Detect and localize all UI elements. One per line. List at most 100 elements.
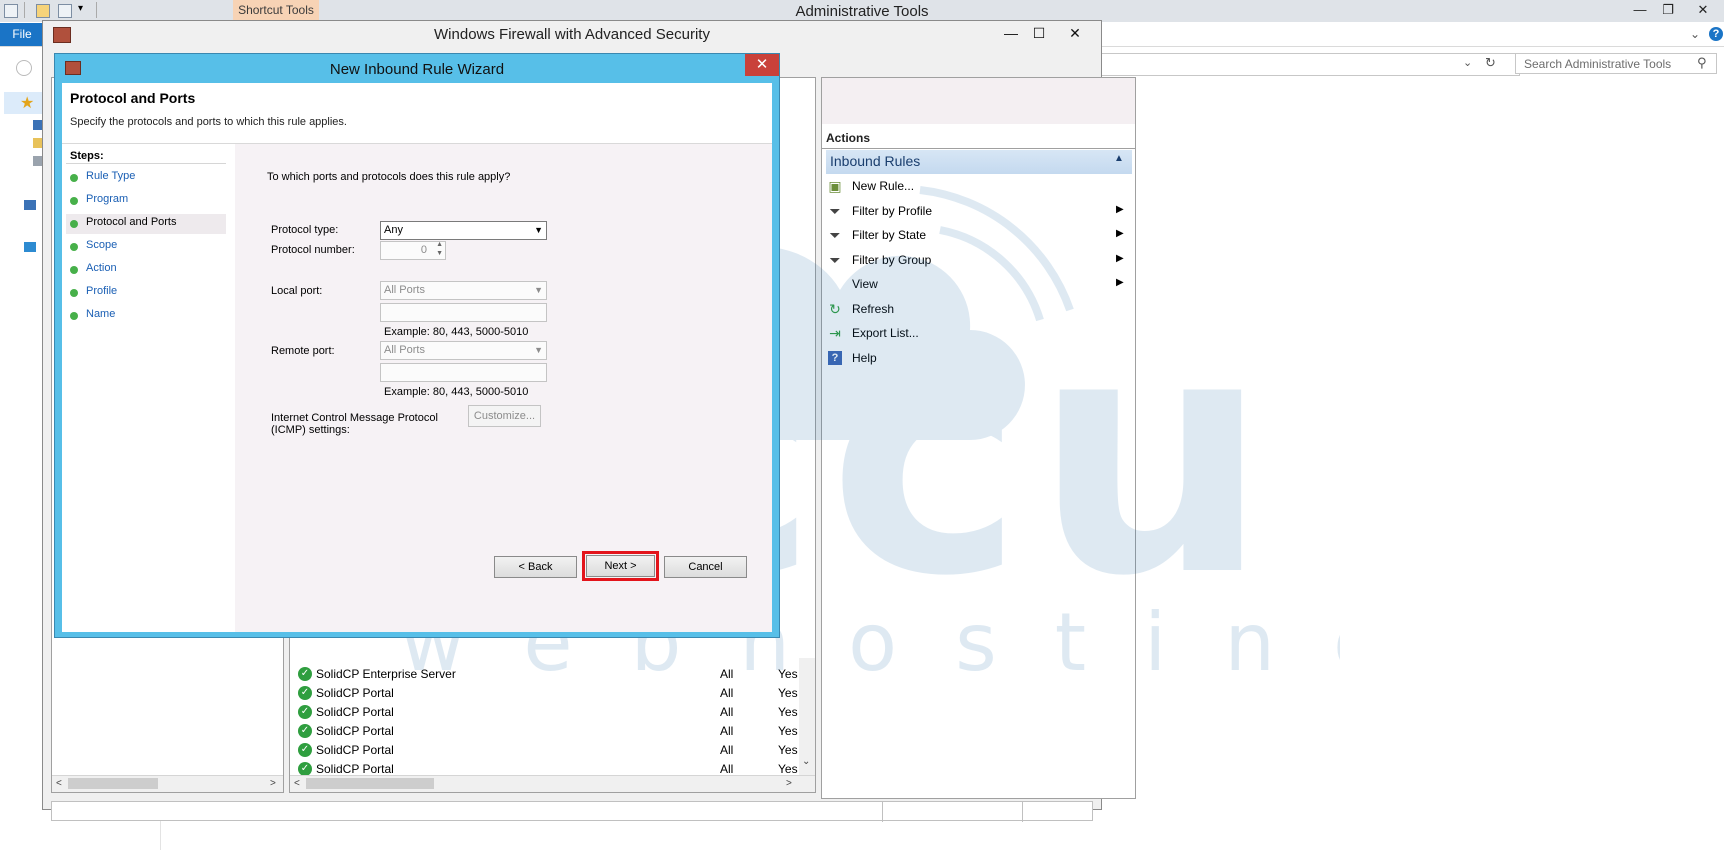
- toolbar-divider: [96, 2, 97, 18]
- page-description: Specify the protocols and ports to which…: [70, 116, 347, 128]
- wizard-close-icon[interactable]: ✕: [745, 54, 779, 76]
- remote-port-input[interactable]: [380, 363, 547, 382]
- scrollbar-thumb[interactable]: [68, 778, 158, 789]
- refresh-icon[interactable]: ↻: [1485, 55, 1496, 71]
- network-icon[interactable]: [24, 242, 36, 252]
- protocol-ports-form: To which ports and protocols does this r…: [235, 144, 772, 632]
- local-port-input[interactable]: [380, 303, 547, 322]
- step-program[interactable]: Program: [66, 191, 226, 211]
- close-icon[interactable]: ✕: [1690, 0, 1716, 20]
- customize-button[interactable]: Customize...: [468, 405, 541, 427]
- chevron-down-icon: ▼: [534, 345, 543, 355]
- next-button[interactable]: Next >: [586, 555, 655, 577]
- protocol-type-label: Protocol type:: [271, 224, 339, 236]
- help-icon[interactable]: ?: [1709, 27, 1723, 41]
- favorites-item[interactable]: ★: [4, 92, 42, 114]
- rule-profile: All: [720, 705, 734, 719]
- enabled-check-icon: ✓: [298, 705, 312, 719]
- scroll-right-arrow-icon[interactable]: >: [786, 778, 792, 789]
- rules-list: ✓ SolidCP Enterprise Server All Yes ✓ SolidCP…: [290, 665, 798, 776]
- new-folder-icon[interactable]: [36, 4, 50, 18]
- address-bar[interactable]: ⌄ ↻: [1096, 53, 1520, 76]
- rule-name: SolidCP Portal: [316, 686, 394, 700]
- customize-toolbar-chevron-icon[interactable]: ▾: [78, 3, 83, 14]
- step-status-icon: [70, 197, 78, 205]
- step-rule-type[interactable]: Rule Type: [66, 168, 226, 188]
- submenu-arrow-icon: ▶: [1116, 228, 1124, 239]
- action-filter-by-state[interactable]: ⏷ Filter by State ▶: [826, 225, 1132, 247]
- spin-arrows-icon[interactable]: ▲ ▼: [436, 240, 443, 258]
- refresh-icon: ↻: [829, 300, 841, 317]
- local-port-select[interactable]: All Ports ▼: [380, 281, 547, 300]
- search-input[interactable]: Search Administrative Tools: [1515, 53, 1717, 74]
- file-tab[interactable]: File: [0, 23, 44, 46]
- table-row[interactable]: ✓ SolidCP Portal All Yes: [292, 741, 798, 760]
- table-row[interactable]: ✓ SolidCP Portal All Yes: [292, 684, 798, 703]
- shortcut-tools-tab[interactable]: Shortcut Tools: [233, 0, 319, 20]
- action-filter-by-profile[interactable]: ⏷ Filter by Profile ▶: [826, 201, 1132, 223]
- action-refresh[interactable]: ↻ Refresh: [826, 299, 1132, 321]
- back-button[interactable]: < Back: [494, 556, 577, 578]
- ribbon-expand-chevron-icon[interactable]: ⌄: [1690, 27, 1700, 41]
- back-icon[interactable]: [16, 60, 32, 76]
- this-pc-icon[interactable]: [24, 200, 36, 210]
- protocol-type-select[interactable]: Any ▼: [380, 221, 547, 240]
- mmc-maximize-icon[interactable]: ☐: [1025, 22, 1053, 44]
- table-row[interactable]: ✓ SolidCP Enterprise Server All Yes: [292, 665, 798, 684]
- mmc-minimize-icon[interactable]: —: [997, 22, 1025, 44]
- minimize-icon[interactable]: —: [1627, 0, 1653, 20]
- tree-horizontal-scrollbar[interactable]: < >: [52, 775, 283, 792]
- remote-port-example: Example: 80, 443, 5000-5010: [384, 386, 529, 398]
- rule-name: SolidCP Portal: [316, 705, 394, 719]
- cancel-button[interactable]: Cancel: [664, 556, 747, 578]
- step-action[interactable]: Action: [66, 260, 226, 280]
- protocol-number-stepper[interactable]: 0 ▲ ▼: [380, 241, 446, 260]
- table-row[interactable]: ✓ SolidCP Portal All Yes: [292, 703, 798, 722]
- enabled-check-icon: ✓: [298, 667, 312, 681]
- address-dropdown-chevron-icon[interactable]: ⌄: [1463, 56, 1472, 69]
- filter-icon: ⏷: [829, 227, 841, 243]
- actions-pane: Actions Inbound Rules ▲ ▣ New Rule... ⏷ Fil…: [821, 77, 1136, 799]
- step-status-icon: [70, 220, 78, 228]
- table-row[interactable]: ✓ SolidCP Portal All Yes: [292, 722, 798, 741]
- scroll-left-arrow-icon[interactable]: <: [294, 778, 300, 789]
- step-status-icon: [70, 174, 78, 182]
- actions-section-label: Inbound Rules: [830, 153, 921, 169]
- action-help[interactable]: ? Help: [826, 348, 1132, 370]
- rule-enabled: Yes: [778, 705, 798, 719]
- remote-port-select[interactable]: All Ports ▼: [380, 341, 547, 360]
- rule-profile: All: [720, 667, 734, 681]
- action-export-list[interactable]: ⇥ Export List...: [826, 323, 1132, 345]
- action-label: Filter by State: [852, 228, 927, 242]
- scroll-right-arrow-icon[interactable]: >: [270, 778, 276, 789]
- mmc-titlebar: Windows Firewall with Advanced Security …: [43, 21, 1101, 49]
- new-rule-icon: ▣: [828, 178, 842, 194]
- step-protocol-and-ports[interactable]: Protocol and Ports: [66, 214, 226, 234]
- enabled-check-icon: ✓: [298, 686, 312, 700]
- action-view[interactable]: View ▶: [826, 274, 1132, 296]
- restore-icon[interactable]: ❐: [1655, 0, 1681, 20]
- step-scope[interactable]: Scope: [66, 237, 226, 257]
- action-label: New Rule...: [852, 179, 915, 193]
- collapse-arrow-icon[interactable]: ▲: [1114, 153, 1124, 164]
- rule-profile: All: [720, 724, 734, 738]
- action-new-rule[interactable]: ▣ New Rule...: [826, 176, 1132, 198]
- search-icon[interactable]: ⚲: [1697, 55, 1707, 71]
- rules-vertical-scrollbar[interactable]: ⌄: [799, 658, 815, 775]
- steps-list: Rule Type Program Protocol and Ports Scope A…: [62, 168, 228, 328]
- actions-section-inbound-rules[interactable]: Inbound Rules ▲: [826, 150, 1132, 174]
- step-profile[interactable]: Profile: [66, 283, 226, 303]
- scrollbar-thumb[interactable]: [306, 778, 434, 789]
- rules-horizontal-scrollbar[interactable]: < >: [290, 775, 815, 792]
- quick-access-icon[interactable]: [58, 4, 72, 18]
- filter-icon: ⏷: [829, 202, 841, 219]
- step-name[interactable]: Name: [66, 306, 226, 326]
- properties-icon[interactable]: [4, 4, 18, 18]
- mmc-close-icon[interactable]: ✕: [1061, 22, 1089, 44]
- icmp-label: Internet Control Message Protocol (ICMP)…: [271, 412, 438, 436]
- status-divider: [1022, 802, 1023, 822]
- scroll-down-arrow-icon[interactable]: ⌄: [802, 756, 810, 767]
- action-filter-by-group[interactable]: ⏷ Filter by Group ▶: [826, 250, 1132, 272]
- scroll-left-arrow-icon[interactable]: <: [56, 778, 62, 789]
- filter-icon: ⏷: [829, 251, 841, 268]
